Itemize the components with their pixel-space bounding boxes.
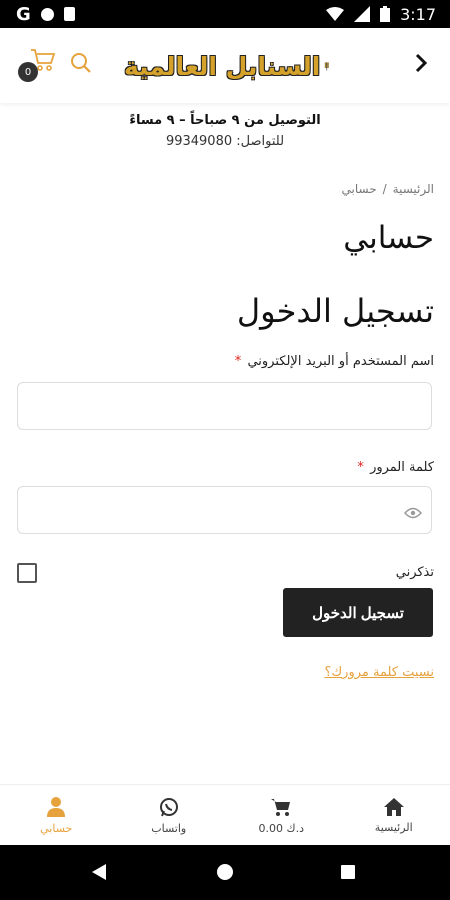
notification-dot-icon [40, 7, 54, 21]
nav-home[interactable]: الرئيسية [338, 785, 450, 846]
required-mark: * [357, 460, 364, 475]
required-mark: * [234, 354, 242, 369]
nav-cart[interactable]: 0.00 د.ك [225, 785, 338, 846]
cart-count-badge: 0 [18, 62, 38, 82]
signal-icon [354, 6, 371, 22]
nav-home-label: الرئيسية [374, 820, 413, 834]
username-label: اسم المستخدم أو البريد الإلكتروني * [235, 354, 434, 369]
show-password-button[interactable] [404, 504, 422, 523]
clock: 3:17 [400, 4, 436, 24]
remember-label: تذكرني [395, 565, 434, 580]
app-header: 0 السنابل العالمية [0, 28, 450, 103]
nav-whatsapp-label: واتساب [151, 821, 187, 835]
login-heading: تسجيل الدخول [236, 292, 434, 330]
recents-icon[interactable] [341, 865, 355, 879]
breadcrumb: الرئيسية / حسابي [341, 182, 434, 196]
breadcrumb-current: حسابي [341, 182, 377, 196]
cart-icon [271, 798, 291, 816]
store-info: التوصيل من ٩ صباحاً – ٩ مساءً للتواصل: 9… [0, 113, 450, 149]
chevron-right-icon [415, 53, 428, 73]
wifi-icon [326, 7, 345, 21]
status-bar: G 3:17 [0, 0, 450, 28]
user-icon [47, 796, 66, 817]
logo-text: السنابل العالمية [124, 51, 321, 81]
breadcrumb-separator: / [382, 182, 387, 196]
battery-icon [380, 6, 391, 22]
system-nav-bar [0, 845, 450, 900]
bottom-nav: حسابي واتساب 0.00 د.ك الرئيسية [0, 784, 450, 846]
delivery-hours: التوصيل من ٩ صباحاً – ٩ مساءً [129, 113, 321, 128]
google-icon: G [16, 3, 31, 25]
eye-icon [404, 507, 422, 519]
brand-logo[interactable]: السنابل العالمية [124, 44, 330, 88]
login-button[interactable]: تسجيل الدخول [283, 588, 433, 637]
cart-button[interactable]: 0 [18, 48, 56, 82]
password-input[interactable] [17, 486, 432, 534]
wheat-icon [325, 62, 330, 71]
forgot-password-link[interactable]: نسيت كلمة مرورك؟ [325, 665, 434, 680]
back-button[interactable] [414, 52, 428, 78]
back-icon[interactable] [92, 864, 106, 880]
nav-cart-total: 0.00 د.ك [258, 821, 304, 835]
search-icon [71, 53, 91, 73]
breadcrumb-home[interactable]: الرئيسية [393, 182, 434, 196]
nav-account[interactable]: حسابي [0, 785, 113, 846]
whatsapp-icon [159, 797, 178, 816]
username-label-text: اسم المستخدم أو البريد الإلكتروني [247, 354, 434, 369]
password-label-text: كلمة المرور [370, 460, 434, 475]
remember-checkbox[interactable] [17, 563, 37, 583]
home-icon [383, 797, 404, 816]
nav-whatsapp[interactable]: واتساب [113, 785, 226, 846]
search-button[interactable] [70, 52, 92, 78]
contact-number: للتواصل: 99349080 [165, 134, 285, 149]
home-circle-icon[interactable] [217, 864, 233, 880]
sd-card-icon [63, 7, 75, 21]
nav-account-label: حسابي [40, 821, 73, 835]
page-title: حسابي [343, 220, 434, 256]
password-label: كلمة المرور * [357, 460, 434, 475]
username-input[interactable] [17, 382, 432, 430]
